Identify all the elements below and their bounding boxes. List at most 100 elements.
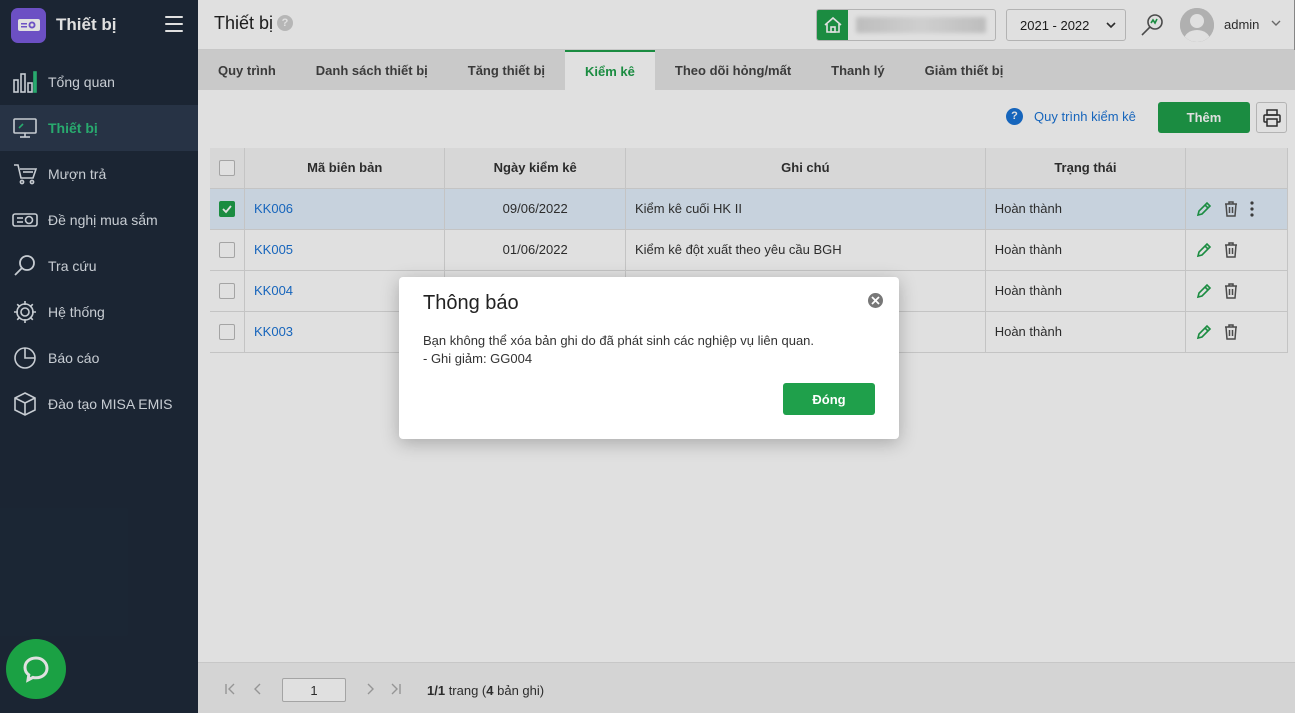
avatar[interactable] <box>1180 8 1214 42</box>
row-checkbox[interactable] <box>219 241 235 258</box>
more-options-icon[interactable] <box>1249 200 1255 218</box>
menu-toggle-icon[interactable] <box>165 16 183 32</box>
sidebar-item-bao-cao[interactable]: Báo cáo <box>0 335 198 381</box>
close-dialog-button[interactable]: Đóng <box>783 383 875 415</box>
code-link[interactable]: KK003 <box>254 324 293 339</box>
table-row[interactable]: KK006 09/06/2022 Kiểm kê cuối HK II Hoàn… <box>210 188 1288 230</box>
next-page-icon[interactable] <box>364 683 376 698</box>
print-button[interactable] <box>1256 102 1287 133</box>
column-header-code[interactable]: Mã biên bản <box>244 148 446 189</box>
tab-thanh-ly[interactable]: Thanh lý <box>811 50 904 90</box>
gear-icon <box>11 298 39 326</box>
home-icon <box>817 10 848 40</box>
edit-pencil-icon[interactable] <box>1195 241 1213 259</box>
dialog-title: Thông báo <box>423 292 519 314</box>
actions-cell <box>1185 270 1288 312</box>
last-page-icon[interactable] <box>390 683 402 698</box>
row-select-cell <box>210 270 245 312</box>
page-info-suffix: bản ghi) <box>493 683 545 698</box>
sidebar-item-de-nghi-mua-sam[interactable]: Đề nghị mua sắm <box>0 197 198 243</box>
sidebar-nav: Tổng quan Thiết bị Mượn trả Đề nghị mua … <box>0 59 198 427</box>
tab-giam-thiet-bi[interactable]: Giảm thiết bị <box>905 50 1024 90</box>
add-button[interactable]: Thêm <box>1158 102 1250 133</box>
close-icon[interactable] <box>868 293 883 308</box>
select-all-checkbox[interactable] <box>219 160 235 177</box>
sidebar-item-muon-tra[interactable]: Mượn trả <box>0 151 198 197</box>
help-circle-icon: ? <box>1006 108 1023 125</box>
status-cell: Hoàn thành <box>985 270 1187 312</box>
table-row[interactable]: KK005 01/06/2022 Kiểm kê đột xuất theo y… <box>210 229 1288 271</box>
code-cell[interactable]: KK006 <box>244 188 446 230</box>
select-all-cell <box>210 148 245 189</box>
sidebar-item-thiet-bi[interactable]: Thiết bị <box>0 105 198 151</box>
chat-icon <box>23 656 49 683</box>
code-link[interactable]: KK005 <box>254 242 293 257</box>
date-cell: 09/06/2022 <box>444 188 626 230</box>
chevron-down-icon[interactable] <box>1270 17 1282 32</box>
trash-icon[interactable] <box>1223 323 1239 341</box>
printer-icon <box>1262 108 1281 127</box>
lookup-icon[interactable] <box>1139 12 1165 41</box>
row-checkbox[interactable] <box>219 282 235 299</box>
school-name-blurred <box>856 17 986 33</box>
trash-icon[interactable] <box>1223 282 1239 300</box>
sidebar-item-label: Hệ thống <box>48 304 105 320</box>
status-cell: Hoàn thành <box>985 229 1187 271</box>
bar-chart-icon <box>11 68 39 96</box>
check-icon <box>222 205 232 214</box>
trash-icon[interactable] <box>1223 241 1239 259</box>
username[interactable]: admin <box>1224 17 1259 32</box>
code-cell[interactable]: KK005 <box>244 229 446 271</box>
actions-cell <box>1185 311 1288 353</box>
tab-quy-trinh[interactable]: Quy trình <box>198 50 296 90</box>
sidebar-item-tra-cuu[interactable]: Tra cứu <box>0 243 198 289</box>
sidebar-item-he-thong[interactable]: Hệ thống <box>0 289 198 335</box>
page-info-middle: trang ( <box>445 683 487 698</box>
column-header-note[interactable]: Ghi chú <box>625 148 986 189</box>
sidebar: Thiết bị Tổng quan Thiết bị Mượn trả Đề <box>0 0 198 713</box>
record-count: 4 <box>486 683 494 698</box>
tab-theo-doi-hong-mat[interactable]: Theo dõi hỏng/mất <box>655 50 811 90</box>
page-number-input[interactable] <box>282 678 346 702</box>
row-select-cell <box>210 188 245 230</box>
monitor-icon <box>11 114 39 142</box>
note-cell: Kiểm kê đột xuất theo yêu cầu BGH <box>625 229 986 271</box>
row-checkbox[interactable] <box>219 200 235 217</box>
status-cell: Hoàn thành <box>985 188 1187 230</box>
edit-pencil-icon[interactable] <box>1195 323 1213 341</box>
column-header-actions <box>1185 148 1288 189</box>
tab-tang-thiet-bi[interactable]: Tăng thiết bị <box>448 50 565 90</box>
code-link[interactable]: KK004 <box>254 283 293 298</box>
code-link[interactable]: KK006 <box>254 201 293 216</box>
school-selector[interactable] <box>816 9 996 41</box>
date-cell: 01/06/2022 <box>444 229 626 271</box>
dialog-message: Bạn không thể xóa bản ghi do đã phát sin… <box>423 332 814 368</box>
actions-cell <box>1185 188 1288 230</box>
edit-pencil-icon[interactable] <box>1195 282 1213 300</box>
edit-pencil-icon[interactable] <box>1195 200 1213 218</box>
search-icon <box>11 252 39 280</box>
pagination-bar: 1/1 trang (4 bản ghi) <box>198 662 1295 713</box>
sidebar-item-label: Đề nghị mua sắm <box>48 212 158 228</box>
first-page-icon[interactable] <box>224 683 236 698</box>
row-checkbox[interactable] <box>219 323 235 340</box>
column-header-date[interactable]: Ngày kiểm kê <box>444 148 626 189</box>
chat-support-button[interactable] <box>6 639 66 699</box>
trash-icon[interactable] <box>1223 200 1239 218</box>
process-guide-label: Quy trình kiểm kê <box>1034 109 1136 124</box>
projector-logo-icon <box>11 7 46 43</box>
table-header-row: Mã biên bản Ngày kiểm kê Ghi chú Trạng t… <box>210 148 1288 189</box>
prev-page-icon[interactable] <box>252 683 264 698</box>
tab-danh-sach-thiet-bi[interactable]: Danh sách thiết bị <box>296 50 448 90</box>
sidebar-item-tong-quan[interactable]: Tổng quan <box>0 59 198 105</box>
help-icon[interactable]: ? <box>277 15 293 31</box>
page-title: Thiết bị <box>214 13 274 33</box>
note-cell: Kiểm kê cuối HK II <box>625 188 986 230</box>
column-header-status[interactable]: Trạng thái <box>985 148 1187 189</box>
school-year-select[interactable]: 2021 - 2022 <box>1006 9 1126 41</box>
tab-kiem-ke[interactable]: Kiểm kê <box>565 50 655 90</box>
cube-icon <box>11 390 39 418</box>
process-guide-link[interactable]: ? Quy trình kiểm kê <box>1006 108 1136 125</box>
status-cell: Hoàn thành <box>985 311 1187 353</box>
sidebar-item-dao-tao[interactable]: Đào tạo MISA EMIS <box>0 381 198 427</box>
